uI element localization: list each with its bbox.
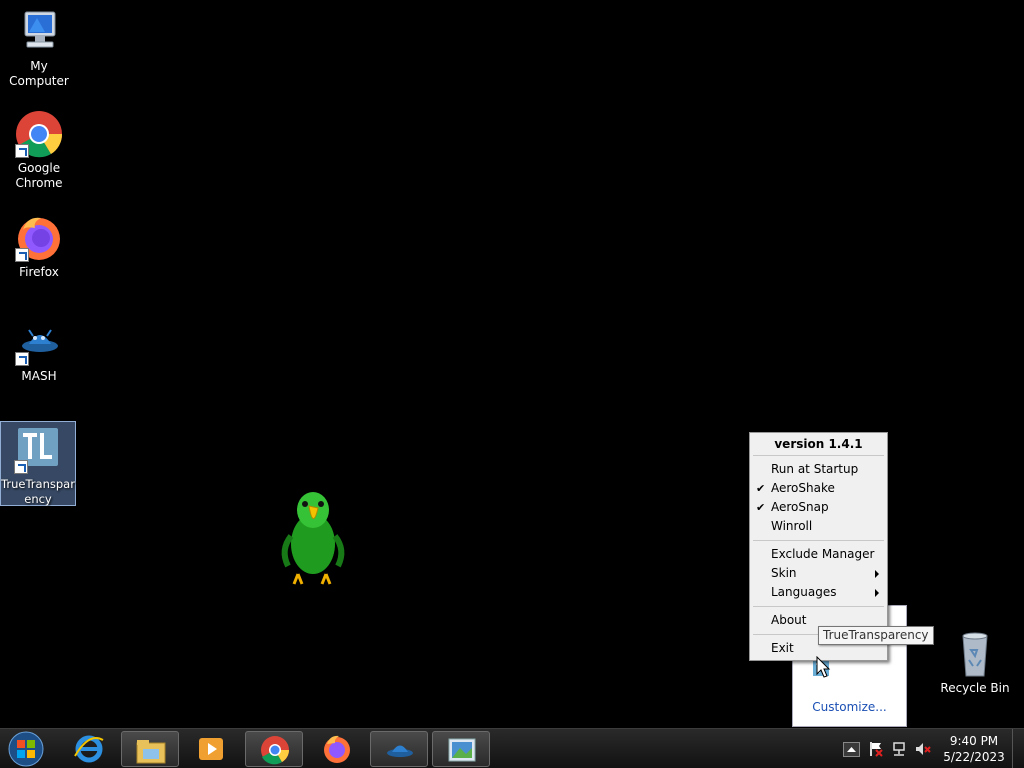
customize-link[interactable]: Customize... (793, 700, 906, 714)
menu-item-label: AeroShake (771, 481, 835, 495)
taskbar-image-viewer[interactable] (432, 731, 490, 767)
internet-explorer-icon (73, 734, 105, 764)
desktop-icon-label: My Computer (9, 59, 69, 88)
mash-icon (384, 735, 416, 765)
start-button[interactable] (6, 730, 46, 768)
shortcut-arrow-icon (15, 248, 29, 262)
computer-icon (15, 8, 63, 56)
desktop-icon-truetransparency[interactable]: TrueTransparency (0, 421, 76, 506)
menu-item-label: Languages (771, 585, 837, 599)
media-player-icon (195, 734, 227, 764)
desktop-icon-label: Google Chrome (15, 161, 63, 190)
clock-date: 5/22/2023 (943, 750, 1005, 764)
menu-item-label: AeroSnap (771, 500, 829, 514)
mouse-cursor-icon (816, 655, 832, 680)
taskbar-firefox[interactable] (308, 731, 366, 767)
menu-item-aeroshake[interactable]: ✔ AeroShake (750, 479, 887, 498)
menu-item-label: Run at Startup (771, 462, 859, 476)
taskbar-mash[interactable] (370, 731, 428, 767)
tray-tooltip: TrueTransparency (818, 626, 934, 645)
menu-version-header: version 1.4.1 (774, 437, 863, 451)
menu-item-aerosnap[interactable]: ✔ AeroSnap (750, 498, 887, 517)
firefox-icon (15, 214, 63, 262)
desktop-icon-label: Firefox (19, 265, 59, 279)
menu-item-label: Winroll (771, 519, 813, 533)
mash-icon (15, 318, 63, 366)
menu-separator (753, 606, 884, 607)
action-center-flag-icon[interactable] (868, 741, 884, 757)
firefox-icon (321, 734, 353, 764)
submenu-arrow-icon (875, 570, 879, 578)
taskbar-file-explorer[interactable] (121, 731, 179, 767)
chrome-icon (15, 110, 63, 158)
menu-item-run-at-startup[interactable]: Run at Startup (750, 460, 887, 479)
menu-item-languages[interactable]: Languages (750, 583, 887, 602)
show-desktop-button[interactable] (1012, 729, 1024, 768)
chrome-icon (259, 735, 291, 765)
taskbar-media-player[interactable] (182, 731, 240, 767)
menu-item-label: Exclude Manager (771, 547, 875, 561)
desktop-icon-firefox[interactable]: Firefox (1, 214, 77, 280)
desktop-icon-mash[interactable]: MASH (1, 318, 77, 384)
show-hidden-icons-button[interactable] (843, 742, 860, 757)
desktop-icon-label: MASH (21, 369, 57, 383)
menu-item-label: About (771, 613, 807, 627)
volume-muted-icon[interactable] (915, 741, 931, 757)
menu-item-winroll[interactable]: Winroll (750, 517, 887, 536)
parrot-image (276, 486, 350, 586)
shortcut-arrow-icon (15, 352, 29, 366)
taskbar: 9:40 PM 5/22/2023 (0, 728, 1024, 768)
checkmark-icon: ✔ (756, 482, 766, 495)
menu-item-label: Exit (771, 641, 794, 655)
desktop-icon-google-chrome[interactable]: Google Chrome (1, 110, 77, 191)
shortcut-arrow-icon (15, 144, 29, 158)
desktop-icon-label: Recycle Bin (940, 681, 1010, 695)
menu-separator (753, 540, 884, 541)
network-icon[interactable] (891, 741, 907, 757)
menu-item-exclude-manager[interactable]: Exclude Manager (750, 545, 887, 564)
menu-item-skin[interactable]: Skin (750, 564, 887, 583)
taskbar-internet-explorer[interactable] (60, 731, 118, 767)
checkmark-icon: ✔ (756, 501, 766, 514)
desktop-icon-recycle-bin[interactable]: Recycle Bin (937, 630, 1013, 696)
submenu-arrow-icon (875, 589, 879, 597)
clock-time: 9:40 PM (949, 734, 999, 748)
recycle-bin-icon (951, 630, 999, 678)
system-clock[interactable]: 9:40 PM 5/22/2023 (943, 733, 1005, 765)
shortcut-arrow-icon (14, 460, 28, 474)
desktop-icon-label: TrueTransparency (1, 477, 75, 506)
truetransparency-icon (14, 426, 62, 474)
desktop-icon-my-computer[interactable]: My Computer (1, 8, 77, 89)
menu-separator (753, 455, 884, 456)
menu-item-label: Skin (771, 566, 797, 580)
image-viewer-icon (446, 735, 478, 765)
file-explorer-icon (135, 735, 167, 765)
taskbar-google-chrome[interactable] (245, 731, 303, 767)
